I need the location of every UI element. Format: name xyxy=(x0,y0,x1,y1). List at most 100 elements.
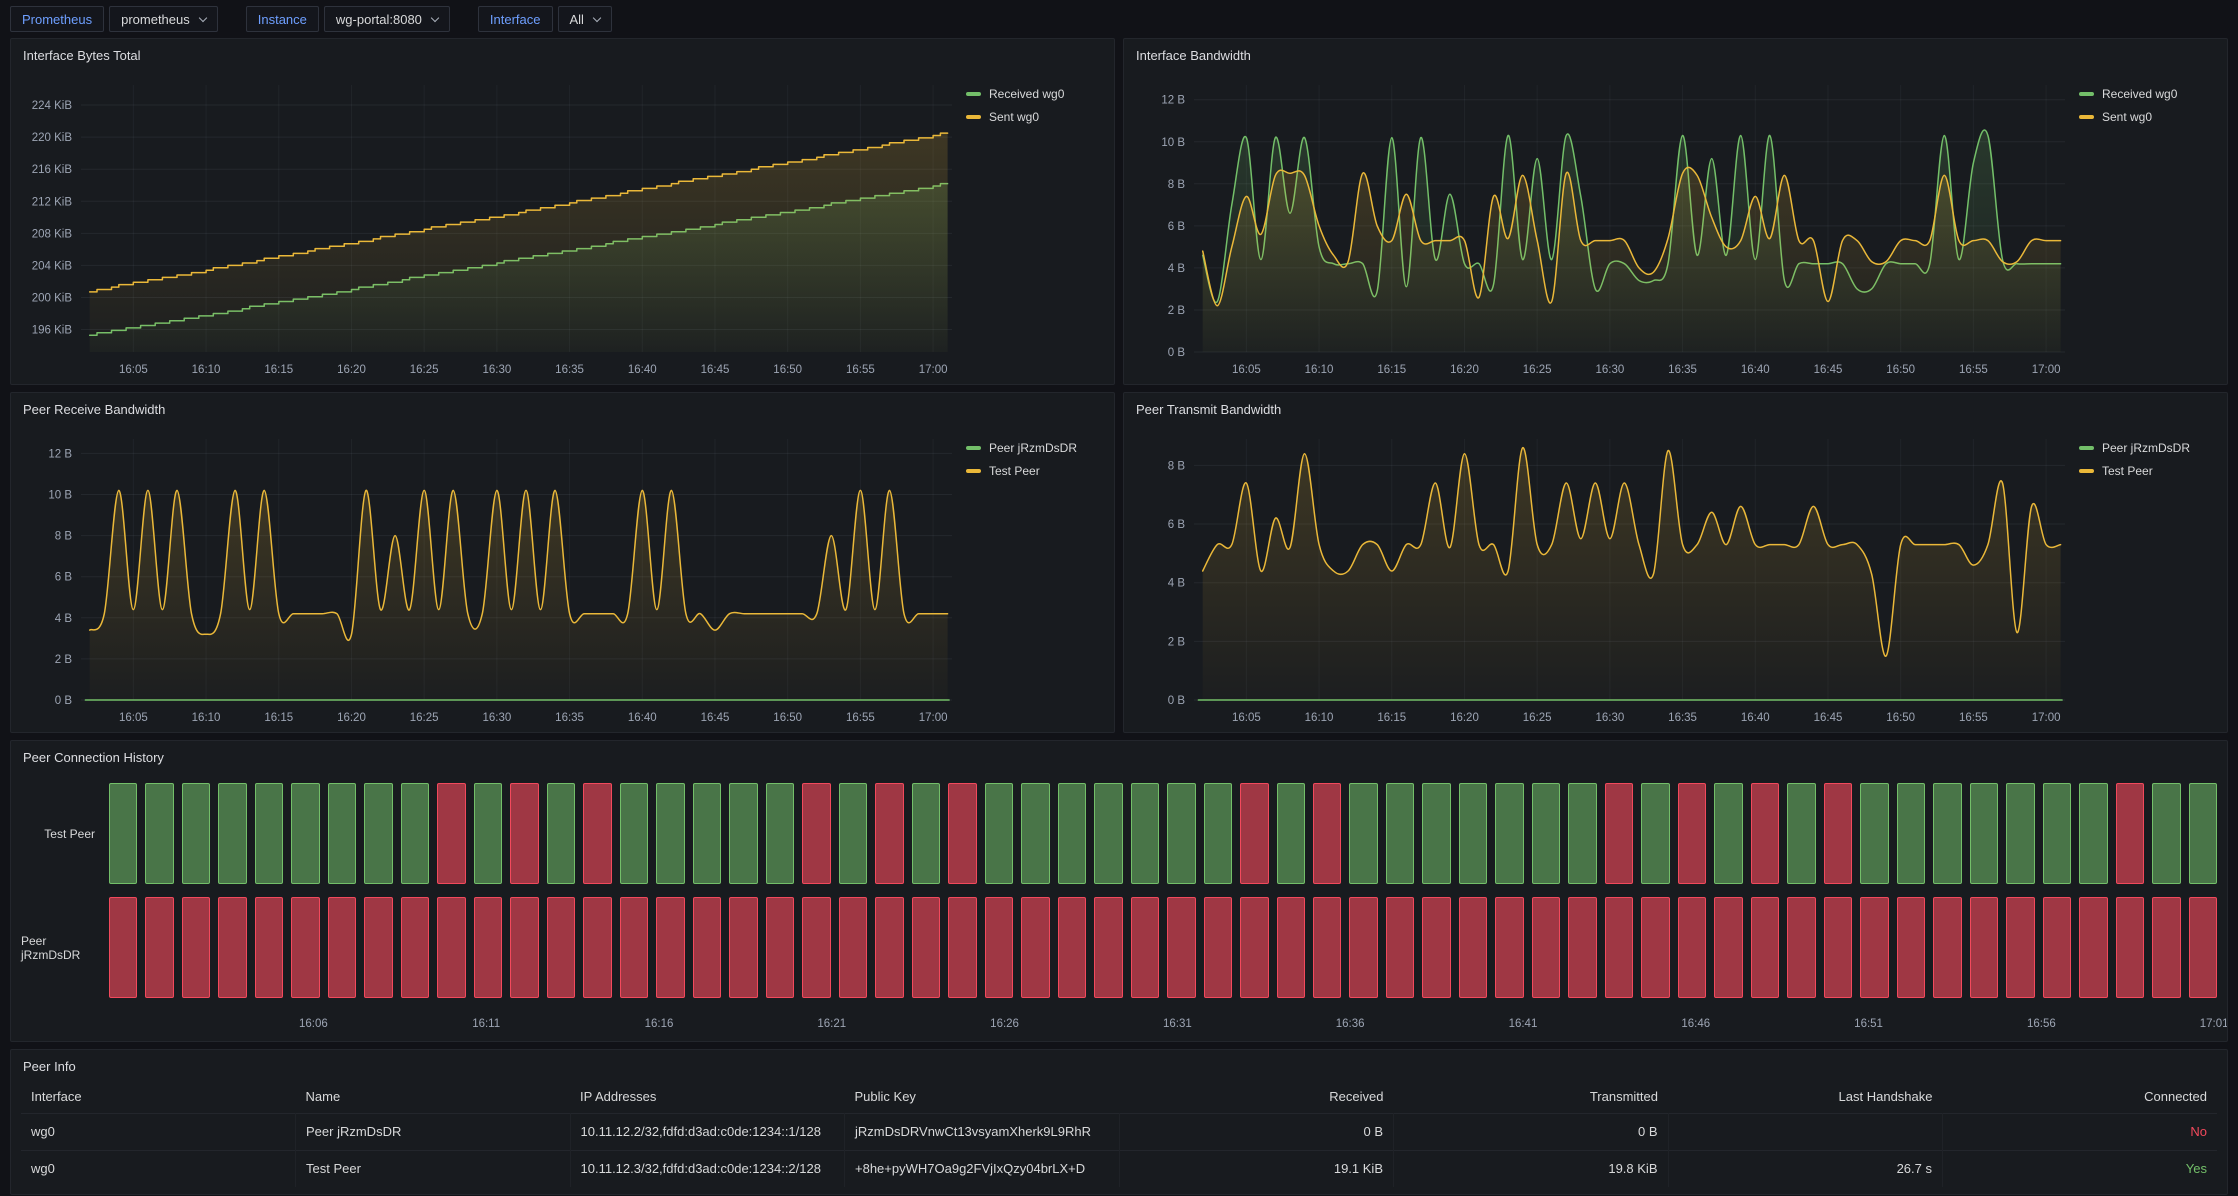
panel-title[interactable]: Peer Connection History xyxy=(11,741,2227,771)
time-axis-label: 16:40 xyxy=(1741,712,1770,724)
table-header-cell[interactable]: Public Key xyxy=(845,1080,1120,1113)
legend-item[interactable]: Test Peer xyxy=(2079,464,2221,478)
time-axis-label: 16:31 xyxy=(1163,1018,1192,1030)
status-row: Test Peer xyxy=(21,783,2217,884)
time-axis-label: 16:11 xyxy=(472,1018,500,1030)
time-axis-label: 17:00 xyxy=(2032,712,2061,724)
time-axis-label: 16:51 xyxy=(1854,1018,1883,1030)
status-bar-disconnected xyxy=(583,897,611,998)
status-bar-connected xyxy=(2189,783,2217,884)
variable-label-instance: Instance xyxy=(246,6,319,32)
status-bar-disconnected xyxy=(1459,897,1487,998)
variable-select-instance[interactable]: wg-portal:8080 xyxy=(324,6,450,32)
legend-item[interactable]: Sent wg0 xyxy=(2079,110,2221,124)
time-axis-label: 16:45 xyxy=(1814,712,1843,724)
status-bar-connected xyxy=(1459,783,1487,884)
panel-title[interactable]: Peer Info xyxy=(11,1050,2227,1080)
table-header-cell[interactable]: IP Addresses xyxy=(570,1080,845,1113)
table-header-cell[interactable]: Transmitted xyxy=(1394,1080,1669,1113)
table-cell: 10.11.12.3/32,fdfd:d3ad:c0de:1234::2/128 xyxy=(570,1150,845,1187)
panel-title[interactable]: Interface Bytes Total xyxy=(11,39,1114,69)
time-axis-label: 16:45 xyxy=(1814,364,1843,376)
status-bar-connected xyxy=(656,783,684,884)
status-row-label: Peer jRzmDsDR xyxy=(21,897,109,998)
status-bar-disconnected xyxy=(1751,897,1779,998)
status-bar-connected xyxy=(547,783,575,884)
legend-item[interactable]: Peer jRzmDsDR xyxy=(966,441,1108,455)
legend-label: Peer jRzmDsDR xyxy=(989,441,1077,455)
variable-select-prometheus[interactable]: prometheus xyxy=(109,6,218,32)
time-series-chart[interactable]: 0 B2 B4 B6 B8 B10 B12 B16:0516:1016:1516… xyxy=(19,425,962,730)
legend-item[interactable]: Peer jRzmDsDR xyxy=(2079,441,2221,455)
grafana-dashboard: Prometheus prometheus Instance wg-portal… xyxy=(0,0,2238,1195)
time-axis-label: 16:15 xyxy=(264,712,293,724)
status-row-label: Test Peer xyxy=(21,783,109,884)
panel-title[interactable]: Interface Bandwidth xyxy=(1124,39,2227,69)
status-bar-connected xyxy=(2006,783,2034,884)
y-axis-label: 224 KiB xyxy=(32,100,73,112)
status-bar-disconnected xyxy=(1058,897,1086,998)
y-axis-label: 196 KiB xyxy=(32,325,73,337)
table-cell: No xyxy=(1943,1113,2218,1150)
variables-toolbar: Prometheus prometheus Instance wg-portal… xyxy=(10,0,2228,38)
panel-peer-transmit-bandwidth: Peer Transmit Bandwidth 0 B2 B4 B6 B8 B1… xyxy=(1123,392,2228,733)
status-bar-connected xyxy=(1933,783,1961,884)
time-axis-label: 17:00 xyxy=(2032,364,2061,376)
legend-item[interactable]: Test Peer xyxy=(966,464,1108,478)
variable-select-interface[interactable]: All xyxy=(558,6,612,32)
time-series-chart[interactable]: 196 KiB200 KiB204 KiB208 KiB212 KiB216 K… xyxy=(19,71,962,382)
status-bar-disconnected xyxy=(2116,897,2144,998)
time-series-chart[interactable]: 0 B2 B4 B6 B8 B16:0516:1016:1516:2016:25… xyxy=(1132,425,2075,730)
status-bar-connected xyxy=(328,783,356,884)
status-bar-connected xyxy=(1131,783,1159,884)
status-bar-disconnected xyxy=(1678,783,1706,884)
legend-item[interactable]: Sent wg0 xyxy=(966,110,1108,124)
panel-title[interactable]: Peer Receive Bandwidth xyxy=(11,393,1114,423)
y-axis-label: 208 KiB xyxy=(32,228,73,240)
time-axis-label: 16:20 xyxy=(1450,364,1479,376)
table-header-cell[interactable]: Connected xyxy=(1943,1080,2218,1113)
status-bar-disconnected xyxy=(1568,897,1596,998)
status-bar-connected xyxy=(1021,783,1049,884)
status-bar-disconnected xyxy=(2116,783,2144,884)
time-axis-label: 16:15 xyxy=(1377,712,1406,724)
status-bar-disconnected xyxy=(985,897,1013,998)
chevron-down-icon xyxy=(199,13,207,21)
status-bar-disconnected xyxy=(510,783,538,884)
y-axis-label: 212 KiB xyxy=(32,196,73,208)
y-axis-label: 4 B xyxy=(55,613,73,625)
status-bar-connected xyxy=(364,783,392,884)
y-axis-label: 6 B xyxy=(1168,519,1186,531)
legend-item[interactable]: Received wg0 xyxy=(2079,87,2221,101)
variable-label-prometheus: Prometheus xyxy=(10,6,104,32)
y-axis-label: 0 B xyxy=(1168,695,1186,707)
status-bar-disconnected xyxy=(1714,897,1742,998)
chart-legend: Peer jRzmDsDR Test Peer xyxy=(962,425,1108,730)
status-bar-disconnected xyxy=(474,897,502,998)
legend-item[interactable]: Received wg0 xyxy=(966,87,1108,101)
status-bar-connected xyxy=(1167,783,1195,884)
table-cell xyxy=(1668,1113,1943,1150)
status-bar-connected xyxy=(218,783,246,884)
status-bar-disconnected xyxy=(802,897,830,998)
y-axis-label: 4 B xyxy=(1168,263,1186,275)
status-bar-disconnected xyxy=(510,897,538,998)
table-header-cell[interactable]: Interface xyxy=(21,1080,296,1113)
panel-title[interactable]: Peer Transmit Bandwidth xyxy=(1124,393,2227,423)
y-axis-label: 2 B xyxy=(55,654,73,666)
y-axis-label: 200 KiB xyxy=(32,292,73,304)
status-bar-connected xyxy=(291,783,319,884)
table-header-cell[interactable]: Last Handshake xyxy=(1668,1080,1943,1113)
time-axis: 16:0616:1116:1616:2116:2616:3116:3616:41… xyxy=(123,1011,2215,1037)
time-axis-label: 16:55 xyxy=(846,364,875,376)
status-bar-disconnected xyxy=(1313,783,1341,884)
status-bar-disconnected xyxy=(1933,897,1961,998)
table-header-cell[interactable]: Name xyxy=(296,1080,571,1113)
table-header-cell[interactable]: Received xyxy=(1119,1080,1394,1113)
status-bar-disconnected xyxy=(839,897,867,998)
time-series-chart[interactable]: 0 B2 B4 B6 B8 B10 B12 B16:0516:1016:1516… xyxy=(1132,71,2075,382)
status-bar-disconnected xyxy=(948,783,976,884)
status-bar-disconnected xyxy=(1824,897,1852,998)
chevron-down-icon xyxy=(431,13,439,21)
status-bar-disconnected xyxy=(1204,897,1232,998)
